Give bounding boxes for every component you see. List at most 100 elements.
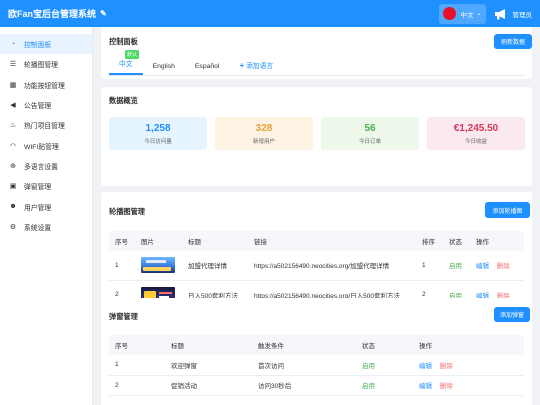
col-header: 标题: [182, 231, 248, 251]
add-carousel-button[interactable]: 添加轮播图: [485, 202, 530, 218]
megaphone-icon: [494, 8, 505, 19]
wifi-icon: ◠: [9, 142, 17, 150]
sidebar-item-hot-projects[interactable]: ♨ 热门项目管理: [0, 115, 92, 135]
sidebar-item-label: 系统设置: [24, 224, 52, 232]
language-tabs: 默认 中文 English Español + 添加语言: [109, 50, 283, 75]
globe-icon: ⊕: [10, 162, 16, 170]
delete-link[interactable]: 删除: [440, 383, 453, 390]
users-icon: ☻: [9, 203, 17, 211]
popup-title-cell: 促销活动: [165, 375, 252, 396]
default-badge: 默认: [125, 50, 140, 59]
page-title: 控制面板: [109, 37, 138, 46]
stat-label: 今日访问量: [144, 138, 172, 145]
sidebar-item-dashboard[interactable]: ◔ 控制面板: [0, 34, 92, 55]
row-number: 2: [109, 375, 165, 396]
carousel-link: https://a502156490.neocities.org/加盟代理详情: [248, 251, 416, 281]
delete-link[interactable]: 删除: [440, 363, 453, 370]
sidebar-item-settings[interactable]: ⚙ 系统设置: [0, 217, 92, 237]
sidebar-item-function-buttons[interactable]: ▦ 功能按钮管理: [0, 75, 92, 95]
row-number: 1: [109, 355, 165, 376]
sidebar-item-label: 轮播图管理: [24, 62, 58, 70]
sidebar-item-popups[interactable]: ▣ 弹窗管理: [0, 176, 92, 196]
stat-revenue: €1,245.50 今日收益: [427, 117, 525, 150]
row-number: 1: [109, 251, 135, 281]
col-header: 操作: [413, 335, 524, 355]
status-badge: 启用: [362, 362, 375, 370]
col-header: 序号: [109, 335, 165, 355]
carousel-title-cell: 加盟代理详情: [182, 251, 248, 281]
thumbnail-cell: [135, 251, 182, 281]
col-header: 状态: [443, 231, 470, 251]
add-language-label: 添加语言: [246, 63, 274, 70]
col-header: 图片: [135, 231, 182, 251]
sidebar-item-languages[interactable]: ⊕ 多语言设置: [0, 156, 92, 176]
sidebar-item-label: 功能按钮管理: [24, 82, 65, 90]
stat-value: 1,258: [145, 122, 171, 134]
sidebar-item-label: 多语言设置: [24, 163, 58, 171]
sidebar-item-carousel[interactable]: ☰ 轮播图管理: [0, 54, 92, 74]
col-header: 标题: [165, 335, 252, 355]
add-language-tab[interactable]: + 添加语言: [229, 60, 283, 75]
tab-spanish[interactable]: Español: [185, 63, 230, 75]
admin-label: 管理员: [512, 11, 533, 19]
sliders-icon: ☰: [9, 61, 17, 69]
popup-table: 序号 标题 触发条件 状态 操作 1 欢迎弹窗 首次访问 启用 编辑 删除 2 …: [109, 335, 524, 396]
table-row: 2 促销活动 访问30秒后 启用 编辑 删除: [109, 375, 524, 396]
sidebar-item-label: 热门项目管理: [24, 123, 65, 131]
status-badge: 启用: [449, 263, 462, 271]
overview-title: 数据概览: [109, 96, 138, 105]
plus-icon: +: [239, 61, 245, 70]
edit-link[interactable]: 编辑: [419, 363, 432, 370]
data-overview-card: 数据概览 1,258 今日访问量 328 新增用户 56 今日订单 €1,245…: [101, 87, 532, 186]
col-header: 状态: [356, 335, 413, 355]
sidebar-item-wifi[interactable]: ◠ WIFI贴管理: [0, 135, 92, 155]
tab-chinese[interactable]: 默认 中文: [109, 50, 143, 75]
stat-new-users: 328 新增用户: [215, 117, 313, 150]
fire-icon: ♨: [9, 122, 17, 130]
sidebar-item-label: 用户管理: [24, 204, 52, 212]
carousel-title: 轮播图管理: [109, 207, 145, 216]
china-flag-icon: [443, 7, 457, 20]
gear-icon: ⚙: [9, 223, 17, 231]
grid-icon: ▦: [9, 81, 17, 89]
control-panel-card: 控制面板 刷新数据 默认 中文 English Español + 添加语言: [101, 27, 532, 79]
edit-link[interactable]: 编辑: [419, 383, 432, 390]
window-icon: ▣: [9, 183, 17, 191]
sidebar-item-label: WIFI贴管理: [24, 143, 59, 151]
sidebar-item-announcements[interactable]: ◀ 公告管理: [0, 95, 92, 115]
tabs-divider: [109, 75, 524, 76]
dashboard-icon: ◔: [10, 40, 16, 48]
popup-title: 弹窗管理: [109, 312, 138, 321]
popup-title-cell: 欢迎弹窗: [165, 355, 252, 376]
language-selector[interactable]: 中文 ⌄: [439, 3, 486, 24]
tab-english[interactable]: English: [143, 63, 185, 75]
col-header: 触发条件: [252, 335, 356, 355]
add-popup-button[interactable]: 添加弹窗: [494, 307, 530, 322]
stat-value: €1,245.50: [453, 122, 499, 134]
col-header: 操作: [470, 231, 524, 251]
edit-pencil-icon[interactable]: ✎: [100, 9, 107, 18]
refresh-data-button[interactable]: 刷新数据: [494, 34, 532, 49]
app-title: 欧Fan宝后台管理系统: [8, 9, 97, 19]
trigger-cell: 访问30秒后: [252, 375, 356, 396]
edit-link[interactable]: 编辑: [476, 263, 489, 270]
sidebar-item-label: 公告管理: [24, 103, 52, 111]
sidebar-item-users[interactable]: ☻ 用户管理: [0, 196, 92, 216]
top-header: 欧Fan宝后台管理系统 ✎ 中文 ⌄ 管理员: [0, 0, 540, 27]
stat-label: 新增用户: [252, 138, 275, 145]
sidebar-item-label: 弹窗管理: [24, 184, 52, 192]
stat-label: 今日订单: [358, 138, 381, 145]
status-badge: 启用: [362, 383, 375, 390]
stat-value: 328: [255, 122, 273, 134]
trigger-cell: 首次访问: [252, 355, 356, 376]
stat-value: 56: [364, 122, 376, 134]
carousel-thumbnail: [141, 257, 175, 274]
main-content: 控制面板 刷新数据 默认 中文 English Español + 添加语言 数…: [93, 27, 540, 405]
col-header: 排序: [416, 231, 443, 251]
order-cell: 1: [416, 251, 443, 281]
tab-label: English: [152, 63, 175, 70]
delete-link[interactable]: 删除: [497, 263, 510, 270]
sidebar: ◔ 控制面板 ☰ 轮播图管理 ▦ 功能按钮管理 ◀ 公告管理 ♨ 热门项目管理 …: [0, 27, 93, 405]
admin-menu[interactable]: 管理员: [494, 8, 533, 20]
tab-label: Español: [194, 63, 220, 70]
